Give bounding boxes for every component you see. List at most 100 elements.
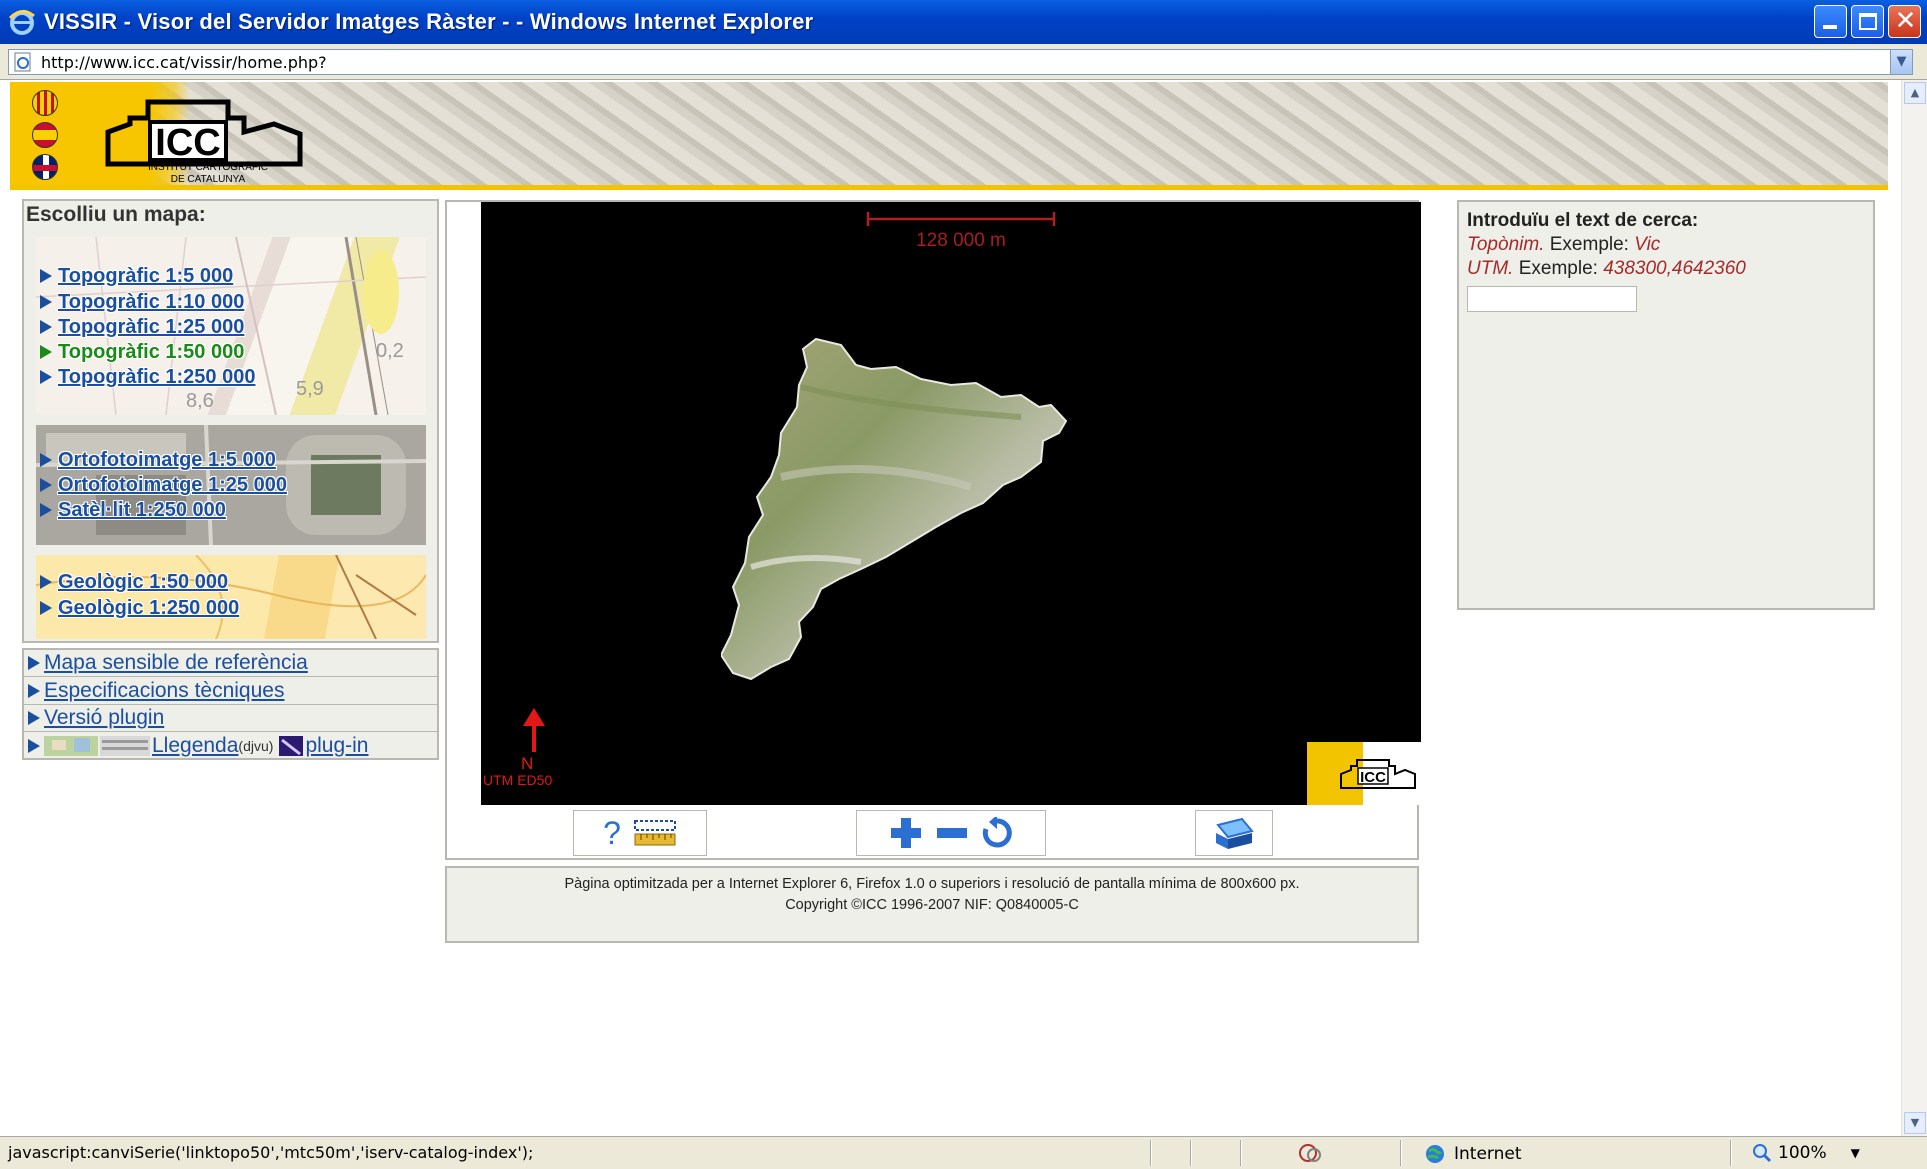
plugin-link[interactable]: plug-in xyxy=(305,734,368,758)
chevron-down-icon: ▼ xyxy=(1910,1116,1920,1129)
status-separator xyxy=(1400,1140,1402,1166)
institute-line2: DE CATALUNYA xyxy=(170,174,246,185)
geologic-group: Geològic 1:50 000 Geològic 1:250 000 xyxy=(36,555,426,639)
security-zone[interactable]: Internet xyxy=(1424,1143,1522,1165)
legend-link[interactable]: Llegenda xyxy=(152,734,238,758)
map-link-label: Satèl·lit 1:250 000 xyxy=(58,499,226,521)
triangle-right-icon xyxy=(28,656,40,670)
example-word: Exemple: xyxy=(1549,234,1629,255)
map-link-satellite-250000[interactable]: Satèl·lit 1:250 000 xyxy=(40,499,226,522)
address-field[interactable]: http://www.icc.cat/vissir/home.php? ▼ xyxy=(8,49,1913,75)
map-selector-panel: Escolliu un mapa: 0,2 5,9 8,6 Topogràfic… xyxy=(22,199,439,643)
status-separator xyxy=(1150,1140,1152,1166)
privacy-icon[interactable] xyxy=(1296,1141,1324,1167)
triangle-right-icon xyxy=(28,711,40,725)
icc-logo-text: ICC xyxy=(155,122,220,164)
search-input[interactable] xyxy=(1467,286,1637,312)
example-word: Exemple: xyxy=(1518,258,1598,279)
page-footer: Pàgina optimitzada per a Internet Explor… xyxy=(445,866,1419,943)
help-button[interactable]: ? xyxy=(603,817,621,849)
page-viewport: ICC INSTITUT CARTOGRÀFIC DE CATALUNYA Es… xyxy=(0,80,1927,1136)
utm-label: UTM. xyxy=(1467,258,1514,279)
search-panel: Introduïu el text de cerca: Topònim. Exe… xyxy=(1457,200,1875,610)
toponym-example-line: Topònim. Exemple: Vic xyxy=(1467,234,1865,256)
zoom-control[interactable]: 100% ▼ xyxy=(1752,1143,1860,1163)
institute-name: INSTITUT CARTOGRÀFIC DE CATALUNYA xyxy=(108,162,308,185)
tech-specs-row: Especificacions tècniques xyxy=(24,678,437,705)
map-selector-heading: Escolliu un mapa: xyxy=(26,203,206,226)
toponym-example: Vic xyxy=(1634,234,1661,255)
plugin-version-link[interactable]: Versió plugin xyxy=(44,706,164,730)
map-link-topo-250000[interactable]: Topogràfic 1:250 000 xyxy=(40,366,255,389)
map-link-topo-5000[interactable]: Topogràfic 1:5 000 xyxy=(40,265,233,288)
utm-example-line: UTM. Exemple: 438300,4642360 xyxy=(1467,258,1865,280)
triangle-right-icon xyxy=(40,295,52,309)
zoom-dropdown-icon[interactable]: ▼ xyxy=(1851,1146,1860,1160)
triangle-right-icon xyxy=(28,684,40,698)
map-link-topo-50000[interactable]: Topogràfic 1:50 000 xyxy=(40,341,244,364)
chevron-up-icon: ▲ xyxy=(1910,86,1920,99)
map-link-label: Topogràfic 1:50 000 xyxy=(58,341,245,363)
scroll-up-button[interactable]: ▲ xyxy=(1904,82,1926,104)
zoom-tools xyxy=(856,810,1046,856)
utm-example: 438300,4642360 xyxy=(1603,258,1746,279)
triangle-right-icon xyxy=(40,503,52,517)
icc-corner-logo: ICC xyxy=(1307,742,1421,805)
spot-height-label: 8,6 xyxy=(186,390,214,412)
minimize-button[interactable] xyxy=(1814,5,1847,38)
measure-ruler-icon[interactable] xyxy=(633,819,677,847)
triangle-right-icon xyxy=(40,370,52,384)
minimize-icon xyxy=(1823,25,1837,29)
map-link-topo-25000[interactable]: Topogràfic 1:25 000 xyxy=(40,316,244,339)
status-message: javascript:canviSerie('linktopo50','mtc5… xyxy=(8,1143,534,1162)
vertical-scrollbar[interactable]: ▲ ▼ xyxy=(1901,80,1927,1136)
orthophoto-group: Ortofotoimatge 1:5 000 Ortofotoimatge 1:… xyxy=(36,425,426,545)
map-link-topo-10000[interactable]: Topogràfic 1:10 000 xyxy=(40,291,244,314)
icc-small-logo: ICC xyxy=(1340,759,1416,789)
reset-view-icon[interactable] xyxy=(981,817,1013,849)
scroll-down-button[interactable]: ▼ xyxy=(1904,1112,1926,1134)
zoom-in-icon[interactable] xyxy=(889,816,923,850)
window-title-bar[interactable]: VISSIR - Visor del Servidor Imatges Ràst… xyxy=(0,0,1927,44)
english-language-flag-icon[interactable] xyxy=(32,154,58,180)
map-link-geo-250000[interactable]: Geològic 1:250 000 xyxy=(40,597,239,620)
djvu-plugin-icon[interactable] xyxy=(279,735,304,756)
copyright-notice: Copyright ©ICC 1996-2007 NIF: Q0840005-C xyxy=(785,897,1079,913)
map-thumbnail-icon xyxy=(44,735,98,756)
spot-height-label: 0,2 xyxy=(376,340,404,362)
map-link-orto-25000[interactable]: Ortofotoimatge 1:25 000 xyxy=(40,474,287,497)
zoom-level: 100% xyxy=(1778,1143,1827,1163)
zoom-out-icon[interactable] xyxy=(935,816,969,850)
close-icon: ✕ xyxy=(1894,6,1917,36)
map-canvas[interactable]: 128 000 m N UTM ED50 ICC xyxy=(481,202,1421,805)
triangle-right-icon xyxy=(40,575,52,589)
address-bar: http://www.icc.cat/vissir/home.php? ▼ xyxy=(0,44,1927,80)
map-link-label: Topogràfic 1:10 000 xyxy=(58,291,245,313)
triangle-right-icon xyxy=(28,738,40,753)
map-link-label: Geològic 1:50 000 xyxy=(58,571,229,593)
legend-thumbnail-icon xyxy=(100,735,150,756)
url-text[interactable]: http://www.icc.cat/vissir/home.php? xyxy=(41,53,327,72)
north-label: N xyxy=(521,754,534,773)
reference-map-row: Mapa sensible de referència xyxy=(24,650,437,677)
print-icon[interactable] xyxy=(1212,815,1256,851)
tech-specs-link[interactable]: Especificacions tècniques xyxy=(44,679,284,703)
status-separator xyxy=(1730,1140,1732,1166)
projection-label: UTM ED50 xyxy=(483,772,553,788)
catalonia-map-image xyxy=(721,337,1068,681)
map-link-orto-5000[interactable]: Ortofotoimatge 1:5 000 xyxy=(40,449,276,472)
close-button[interactable]: ✕ xyxy=(1888,5,1921,38)
map-link-label: Ortofotoimatge 1:5 000 xyxy=(58,449,276,471)
plugin-version-row: Versió plugin xyxy=(24,705,437,732)
map-link-geo-50000[interactable]: Geològic 1:50 000 xyxy=(40,571,228,594)
help-measure-tools: ? xyxy=(573,810,707,856)
triangle-right-icon xyxy=(40,269,52,283)
address-dropdown-button[interactable]: ▼ xyxy=(1890,50,1912,74)
topographic-group: 0,2 5,9 8,6 Topogràfic 1:5 000 Topogràfi… xyxy=(36,237,426,415)
spanish-language-flag-icon[interactable] xyxy=(32,122,58,148)
catalan-language-flag-icon[interactable] xyxy=(32,90,58,116)
maximize-button[interactable] xyxy=(1851,5,1884,38)
internet-explorer-icon xyxy=(8,10,35,35)
reference-map-link[interactable]: Mapa sensible de referència xyxy=(44,651,308,675)
map-link-label: Ortofotoimatge 1:25 000 xyxy=(58,474,287,496)
